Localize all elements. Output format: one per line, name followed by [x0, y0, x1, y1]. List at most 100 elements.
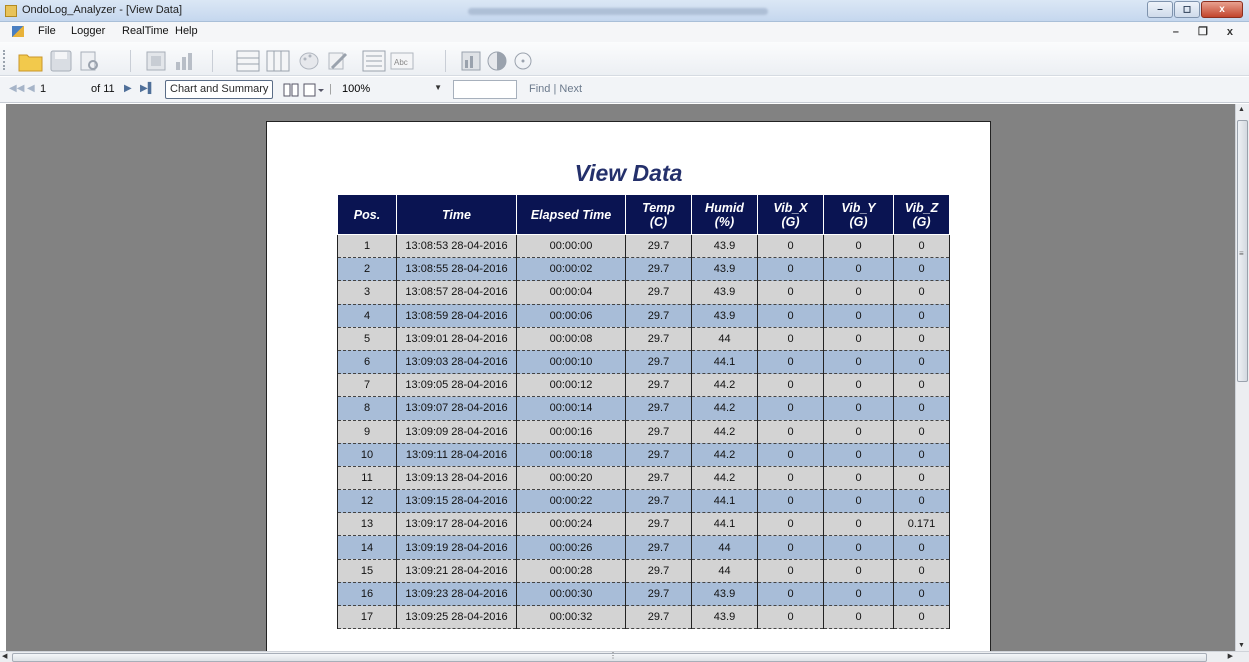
column-header-pos: Pos.	[337, 194, 397, 235]
cell-time: 13:09:05 28-04-2016	[396, 373, 517, 398]
zoom-value: 100%	[342, 83, 371, 95]
print-layout-icon[interactable]	[283, 83, 299, 97]
cell-pos: 6	[337, 350, 397, 375]
scroll-right-icon[interactable]: ▶	[1228, 652, 1233, 660]
open-folder-icon[interactable]	[18, 50, 44, 72]
column-header-unit: (C)	[649, 214, 668, 229]
table-row: 6 13:09:03 28-04-2016 00:00:10 29.7 44.1 0 0 0	[337, 350, 950, 375]
cell-pos: 17	[337, 605, 397, 630]
cell-temp: 29.7	[625, 466, 692, 491]
cell-vib-y: 0	[823, 304, 894, 328]
cell-vib-z: 0	[893, 443, 950, 467]
table-row: 8 13:09:07 28-04-2016 00:00:14 29.7 44.2 0 0 0	[337, 396, 950, 421]
cell-vib-z: 0	[893, 489, 950, 514]
text-format-icon[interactable]: Abc	[390, 50, 414, 72]
cell-time: 13:09:19 28-04-2016	[396, 535, 517, 560]
scroll-up-icon[interactable]: ▲	[1238, 106, 1245, 113]
find-input[interactable]	[453, 80, 517, 99]
cell-pos: 1	[337, 234, 397, 259]
current-page-field[interactable]: 1	[40, 83, 46, 95]
column-header-unit: (G)	[849, 214, 868, 229]
mdi-child-icon[interactable]	[12, 26, 24, 37]
cell-vib-z: 0	[893, 535, 950, 560]
cell-vib-x: 0	[757, 327, 824, 351]
find-link[interactable]: Find | Next	[529, 83, 582, 95]
zoom-select[interactable]: 100% ▼	[338, 81, 446, 99]
cell-vib-x: 0	[757, 559, 824, 583]
scroll-left-icon[interactable]: ◀	[2, 652, 7, 660]
report-page: View Data Pos. Time Elapsed Time Temp (C) Hum…	[266, 121, 991, 651]
table-columns-icon[interactable]	[266, 50, 290, 72]
report-icon[interactable]	[145, 50, 167, 72]
cell-pos: 16	[337, 582, 397, 607]
cell-pos: 13	[337, 512, 397, 537]
table-row: 17 13:09:25 28-04-2016 00:00:32 29.7 43.9 0 0 0	[337, 605, 950, 630]
cell-pos: 4	[337, 304, 397, 328]
cell-vib-z: 0	[893, 327, 950, 351]
cell-humid: 43.9	[691, 582, 758, 607]
chart-export-icon[interactable]	[460, 50, 482, 72]
cell-vib-y: 0	[823, 327, 894, 351]
close-button[interactable]: x	[1201, 1, 1243, 18]
table-row: 14 13:09:19 28-04-2016 00:00:26 29.7 44 0 0 0	[337, 535, 950, 560]
menu-help[interactable]: Help	[175, 25, 198, 37]
cell-pos: 5	[337, 327, 397, 351]
menu-realtime[interactable]: RealTime	[122, 25, 169, 37]
column-header-vib-z: Vib_Z (G)	[893, 194, 950, 235]
vertical-scrollbar[interactable]: ▲ ≡ ▼	[1235, 104, 1249, 651]
cell-temp: 29.7	[625, 420, 692, 444]
toolbar-separator	[212, 50, 213, 72]
page-setup-dropdown-icon[interactable]	[303, 83, 325, 97]
column-header-elapsed-time: Elapsed Time	[516, 194, 626, 235]
bar-chart-icon[interactable]	[173, 50, 195, 72]
list-icon[interactable]	[362, 50, 386, 72]
cell-pos: 9	[337, 420, 397, 444]
toolbar-grip[interactable]	[3, 50, 6, 70]
cell-time: 13:08:59 28-04-2016	[396, 304, 517, 328]
find-separator: |	[553, 83, 557, 95]
cell-vib-x: 0	[757, 373, 824, 398]
chevron-down-icon[interactable]: ▼	[434, 83, 442, 92]
minimize-button[interactable]: –	[1147, 1, 1173, 18]
first-page-button[interactable]: ◀◀	[9, 83, 24, 94]
last-page-button[interactable]: ▶▌	[140, 83, 155, 94]
previous-page-button[interactable]: ◀	[27, 83, 35, 94]
report-viewport[interactable]: View Data Pos. Time Elapsed Time Temp (C) Hum…	[6, 104, 1235, 651]
next-page-button[interactable]: ▶	[124, 83, 132, 94]
cell-vib-z: 0	[893, 280, 950, 305]
edit-icon[interactable]	[326, 50, 348, 72]
column-header-label: Elapsed Time	[530, 207, 612, 222]
cell-elapsed-time: 00:00:32	[516, 605, 626, 630]
restore-button[interactable]: ◻	[1174, 1, 1200, 18]
table-body: 1 13:08:53 28-04-2016 00:00:00 29.7 43.9 0 0 0 2…	[337, 234, 950, 630]
scroll-down-icon[interactable]: ▼	[1238, 642, 1245, 649]
cell-pos: 14	[337, 535, 397, 560]
data-table: Pos. Time Elapsed Time Temp (C) Humid (%) Vib_X…	[337, 194, 950, 630]
cell-vib-x: 0	[757, 350, 824, 375]
mdi-window-controls[interactable]: – ❐ x	[1173, 25, 1241, 38]
next-label[interactable]: Next	[559, 83, 582, 95]
cell-humid: 44.1	[691, 512, 758, 537]
cell-temp: 29.7	[625, 350, 692, 375]
cell-elapsed-time: 00:00:10	[516, 350, 626, 375]
menu-logger[interactable]: Logger	[71, 25, 105, 37]
print-preview-icon[interactable]	[78, 50, 100, 72]
cell-vib-y: 0	[823, 373, 894, 398]
column-header-label: Humid	[705, 200, 744, 215]
save-icon[interactable]	[50, 50, 72, 72]
table-row: 10 13:09:11 28-04-2016 00:00:18 29.7 44.2 0 0 0	[337, 443, 950, 467]
find-label[interactable]: Find	[529, 83, 550, 95]
palette-icon[interactable]	[298, 50, 320, 72]
cell-humid: 43.9	[691, 234, 758, 259]
cell-pos: 7	[337, 373, 397, 398]
circle-target-icon[interactable]	[512, 50, 534, 72]
cell-temp: 29.7	[625, 257, 692, 282]
cell-vib-x: 0	[757, 535, 824, 560]
table-rows-icon[interactable]	[236, 50, 260, 72]
main-toolbar: Abc	[0, 42, 1249, 76]
horizontal-scrollbar[interactable]: ◀ ⋮ ▶	[0, 651, 1249, 662]
cell-vib-y: 0	[823, 489, 894, 514]
cell-pos: 8	[337, 396, 397, 421]
pie-chart-icon[interactable]	[486, 50, 508, 72]
menu-file[interactable]: File	[38, 25, 56, 37]
